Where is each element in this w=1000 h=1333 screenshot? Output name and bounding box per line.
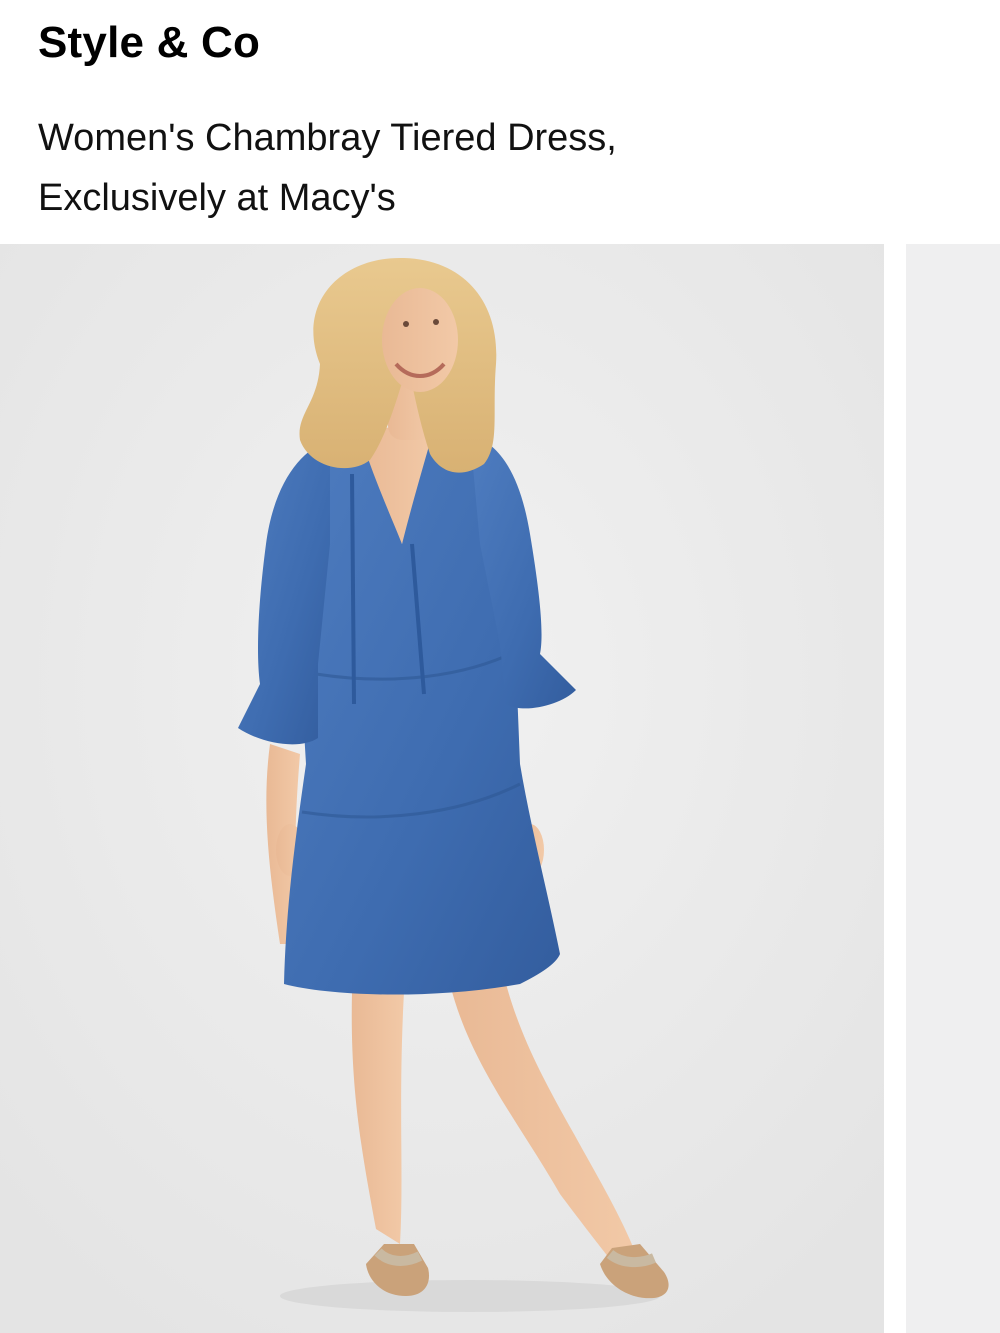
brand-name[interactable]: Style & Co (38, 18, 260, 68)
product-page: Style & Co Women's Chambray Tiered Dress… (0, 0, 1000, 1333)
product-title-line-2: Exclusively at Macy's (38, 177, 396, 219)
product-header: Style & Co Women's Chambray Tiered Dress… (0, 0, 1000, 244)
next-product-image[interactable] (906, 244, 1000, 1333)
model-photo-illustration (0, 244, 884, 1333)
product-title-line-1: Women's Chambray Tiered Dress, (38, 117, 617, 159)
product-image[interactable] (0, 244, 884, 1333)
product-title: Women's Chambray Tiered Dress, Exclusive… (38, 108, 898, 228)
image-carousel[interactable] (0, 244, 1000, 1333)
